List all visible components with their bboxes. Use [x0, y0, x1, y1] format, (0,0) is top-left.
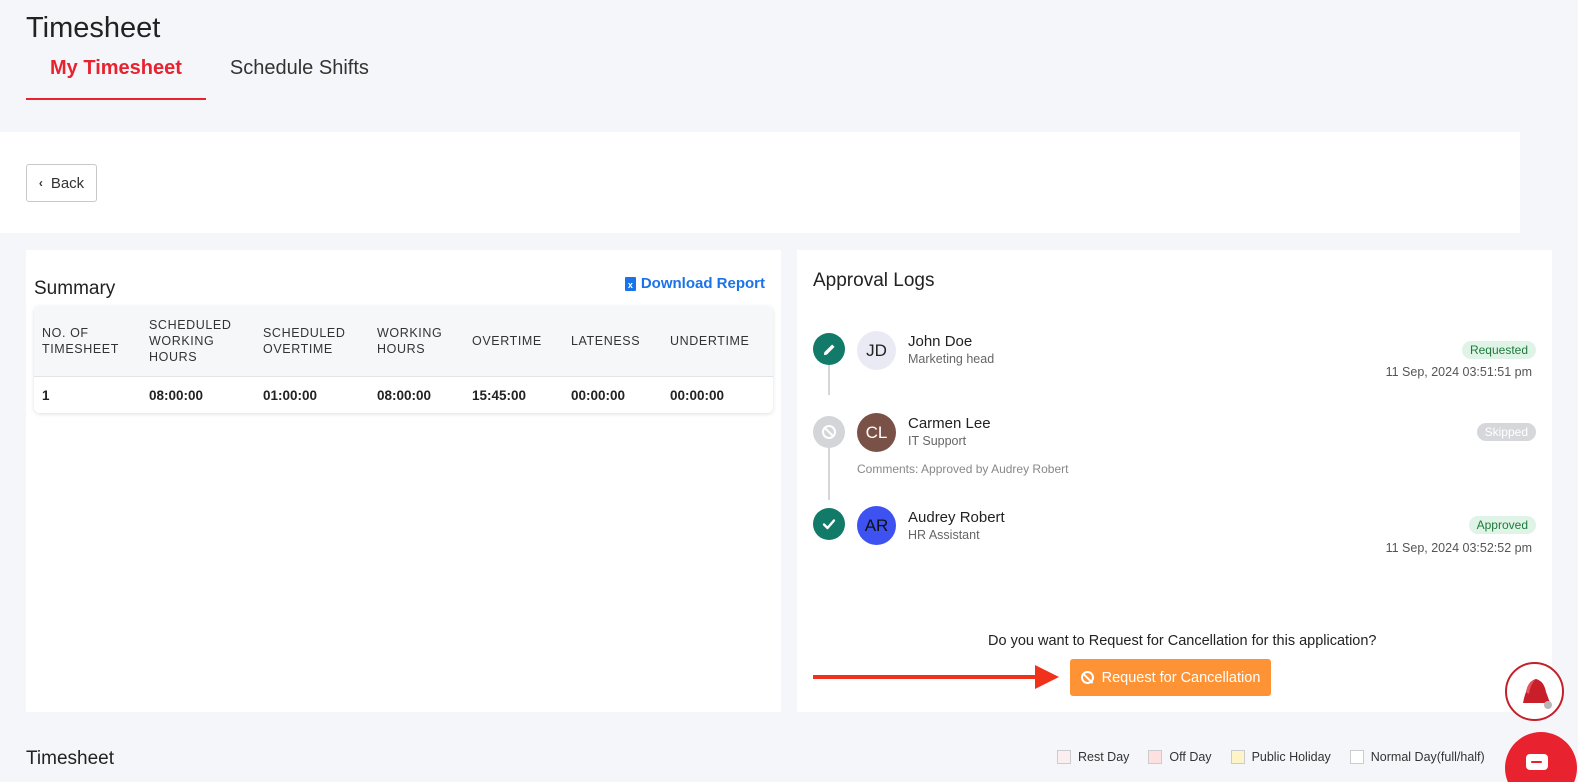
summary-table: NO. OF TIMESHEET SCHEDULED WORKING HOURS… [34, 306, 773, 413]
ban-icon [813, 416, 845, 448]
pencil-icon [813, 333, 845, 365]
bell-icon [1522, 678, 1552, 709]
day-type-legend: Rest Day Off Day Public Holiday Normal D… [1057, 750, 1504, 764]
cell-overtime: 15:45:00 [472, 387, 527, 403]
cell-working-hours: 08:00:00 [377, 387, 432, 403]
status-badge: Skipped [1476, 423, 1536, 441]
cell-lateness: 00:00:00 [571, 387, 626, 403]
log-timestamp: 11 Sep, 2024 03:51:51 pm [1385, 365, 1532, 379]
status-badge: Requested [1461, 341, 1536, 359]
avatar: JD [857, 331, 896, 370]
summary-card: Summary x Download Report NO. OF TIMESHE… [26, 250, 781, 712]
approver-name: John Doe [908, 333, 973, 350]
request-cancellation-label: Request for Cancellation [1101, 669, 1261, 686]
approver-role: Marketing head [908, 352, 995, 366]
toolbar: ‹ Back [0, 132, 1520, 233]
approver-role: IT Support [908, 434, 967, 448]
tab-bar: My Timesheet Schedule Shifts [26, 52, 393, 102]
column-header-scheduled-working-hours: SCHEDULED WORKING HOURS [149, 318, 232, 364]
summary-title: Summary [34, 278, 116, 299]
approver-name: Audrey Robert [908, 509, 1005, 526]
tab-my-timesheet[interactable]: My Timesheet [26, 52, 206, 100]
legend-item-off-day: Off Day [1148, 750, 1212, 764]
legend-swatch [1230, 750, 1245, 764]
status-badge: Approved [1468, 516, 1536, 534]
column-header-undertime: UNDERTIME [670, 334, 750, 348]
cell-scheduled-working-hours: 08:00:00 [149, 387, 204, 403]
approver-role: HR Assistant [908, 528, 980, 542]
back-button-label: Back [50, 174, 85, 192]
timeline-connector [828, 365, 830, 395]
page-title: Timesheet [26, 12, 161, 44]
back-button[interactable]: ‹ Back [26, 164, 97, 202]
table-row: 1 08:00:00 01:00:00 08:00:00 15:45:00 00… [34, 377, 773, 413]
legend-swatch [1148, 750, 1163, 764]
column-header-working-hours: WORKING HOURS [377, 326, 443, 356]
legend-item-public-holiday: Public Holiday [1230, 750, 1331, 764]
cell-timesheet-count: 1 [42, 387, 50, 403]
legend-item-rest-day: Rest Day [1057, 750, 1129, 764]
cell-scheduled-overtime: 01:00:00 [263, 387, 318, 403]
download-report-link[interactable]: x Download Report [624, 275, 765, 292]
log-timestamp: 11 Sep, 2024 03:52:52 pm [1385, 541, 1532, 555]
arrow-right-icon [1035, 665, 1059, 689]
ban-icon [1080, 671, 1094, 684]
request-cancellation-button[interactable]: Request for Cancellation [1070, 659, 1271, 696]
column-header-lateness: LATENESS [571, 334, 641, 348]
chat-button[interactable] [1505, 732, 1577, 782]
column-header-timesheet-count: NO. OF TIMESHEET [42, 326, 119, 356]
timesheet-section-title: Timesheet [26, 748, 114, 769]
legend-item-normal-day: Normal Day(full/half) [1349, 750, 1485, 764]
chat-icon [1526, 754, 1548, 770]
column-header-overtime: OVERTIME [472, 334, 542, 348]
avatar: CL [857, 413, 896, 452]
approver-name: Carmen Lee [908, 415, 991, 432]
approval-comment: Comments: Approved by Audrey Robert [857, 462, 1069, 476]
approval-logs-title: Approval Logs [813, 270, 935, 291]
approval-logs-card: Approval Logs JD John Doe Marketing head… [797, 250, 1552, 712]
check-icon [813, 508, 845, 540]
arrow-indicator [813, 675, 1037, 679]
download-report-label: Download Report [640, 275, 765, 292]
legend-swatch [1349, 750, 1364, 764]
legend-swatch [1057, 750, 1071, 764]
cancellation-prompt: Do you want to Request for Cancellation … [988, 633, 1377, 649]
excel-file-icon: x [624, 276, 636, 291]
summary-table-header: NO. OF TIMESHEET SCHEDULED WORKING HOURS… [34, 306, 773, 377]
timeline-connector [828, 448, 830, 500]
avatar: AR [857, 506, 896, 545]
cell-undertime: 00:00:00 [670, 387, 725, 403]
notification-bell-button[interactable] [1505, 662, 1564, 721]
chevron-left-icon: ‹ [38, 176, 43, 190]
column-header-scheduled-overtime: SCHEDULED OVERTIME [263, 326, 346, 356]
tab-schedule-shifts[interactable]: Schedule Shifts [206, 52, 393, 100]
